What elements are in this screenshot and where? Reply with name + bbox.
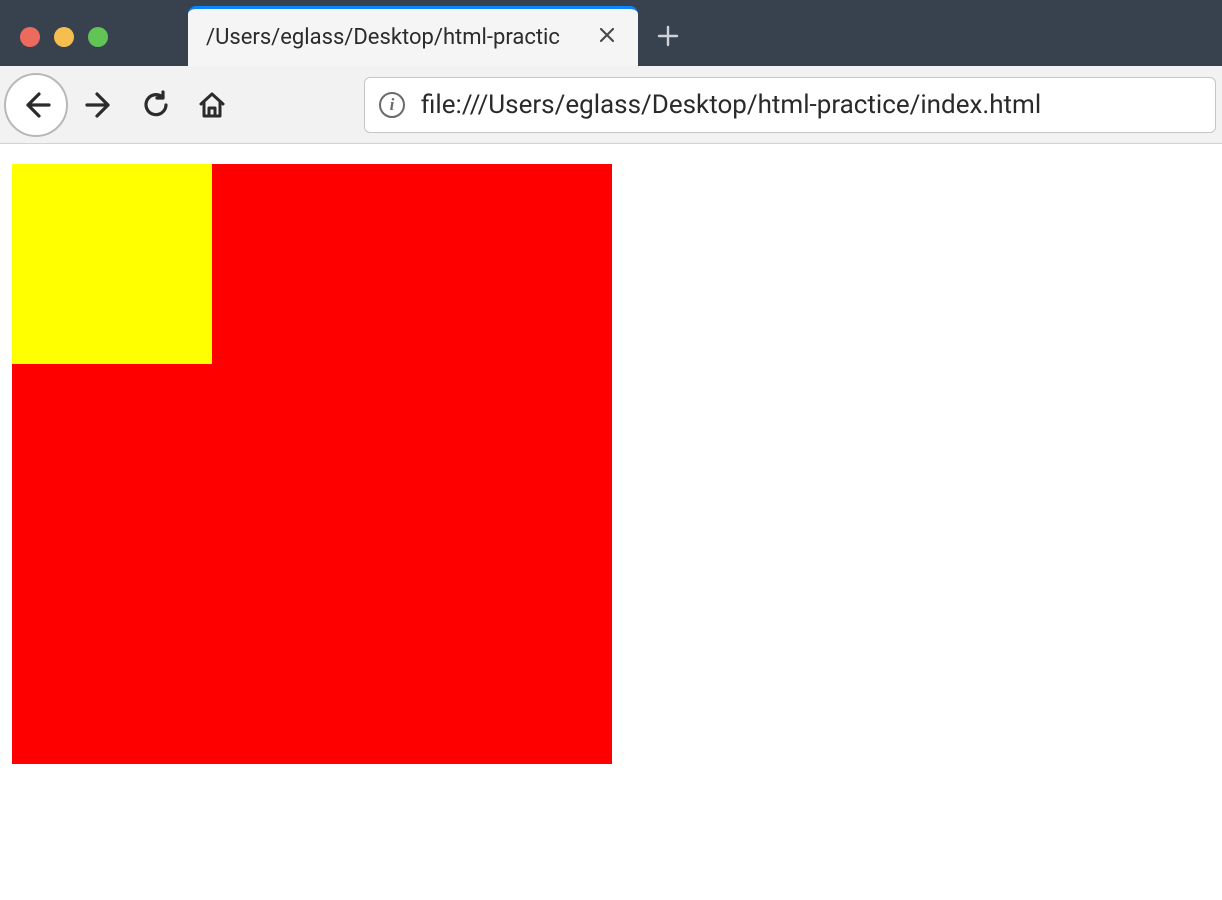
site-info-icon[interactable]: i (379, 92, 405, 118)
inner-yellow-box (12, 164, 212, 364)
address-bar[interactable]: i file:///Users/eglass/Desktop/html-prac… (364, 77, 1216, 133)
reload-button[interactable] (132, 81, 180, 129)
browser-tab-active[interactable]: /Users/eglass/Desktop/html-practic (188, 6, 638, 66)
home-button[interactable] (188, 81, 236, 129)
nav-buttons (4, 73, 236, 137)
tab-title: /Users/eglass/Desktop/html-practic (206, 25, 594, 50)
back-button[interactable] (4, 73, 68, 137)
close-window-button[interactable] (20, 27, 40, 47)
tab-strip: /Users/eglass/Desktop/html-practic (188, 0, 698, 66)
maximize-window-button[interactable] (88, 27, 108, 47)
window-title-bar: /Users/eglass/Desktop/html-practic (0, 0, 1222, 66)
page-viewport (0, 144, 1222, 764)
outer-red-box (12, 164, 612, 764)
forward-button[interactable] (76, 81, 124, 129)
new-tab-button[interactable] (638, 6, 698, 66)
window-controls (0, 0, 128, 74)
browser-toolbar: i file:///Users/eglass/Desktop/html-prac… (0, 66, 1222, 144)
minimize-window-button[interactable] (54, 27, 74, 47)
close-tab-icon[interactable] (594, 21, 620, 54)
url-text: file:///Users/eglass/Desktop/html-practi… (421, 90, 1041, 120)
